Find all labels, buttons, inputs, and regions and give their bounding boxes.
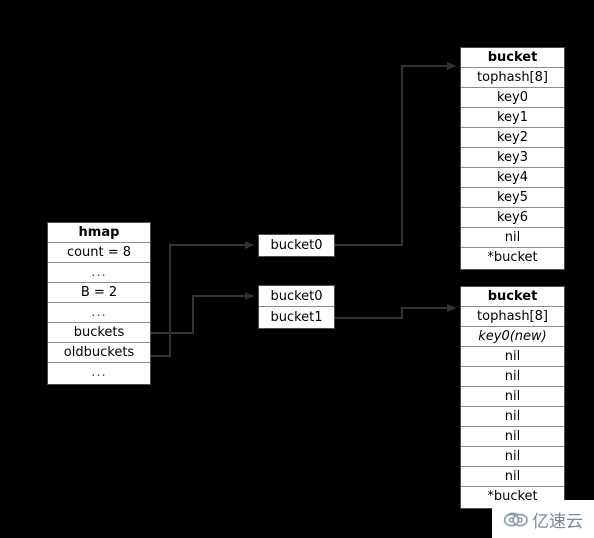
- bucket-old-nil-6: nil: [461, 447, 564, 467]
- hmap-field-ellipsis-3: ...: [48, 363, 150, 383]
- diagram-canvas: hmap count = 8 ... B = 2 ... buckets old…: [0, 0, 594, 538]
- oldbuckets-pointer-array: bucket0 bucket1: [258, 285, 335, 329]
- bucket-old-key0-new: key0(new): [461, 327, 564, 347]
- bucket-new-overflow: *bucket: [461, 248, 564, 268]
- bucket-old-nil-5: nil: [461, 427, 564, 447]
- hmap-field-ellipsis-2: ...: [48, 303, 150, 323]
- bucket-new-key2: key2: [461, 128, 564, 148]
- hmap-field-ellipsis-1: ...: [48, 263, 150, 283]
- bucket-new-nil: nil: [461, 228, 564, 248]
- bucket-new-key0: key0: [461, 88, 564, 108]
- hmap-field-count: count = 8: [48, 243, 150, 263]
- bucket-table-old: bucket tophash[8] key0(new) nil nil nil …: [460, 286, 565, 509]
- bucket-new-key5: key5: [461, 188, 564, 208]
- bucket-new-key4: key4: [461, 168, 564, 188]
- bucket-table-new: bucket tophash[8] key0 key1 key2 key3 ke…: [460, 47, 565, 270]
- bucket-new-key3: key3: [461, 148, 564, 168]
- cloud-icon: [503, 512, 528, 527]
- bucket-old-nil-1: nil: [461, 347, 564, 367]
- hmap-table: hmap count = 8 ... B = 2 ... buckets old…: [47, 222, 151, 385]
- edge-buckets-to-bucket01: [151, 292, 254, 334]
- buckets-pointer-entry-0: bucket0: [259, 235, 334, 256]
- bucket-new-key6: key6: [461, 208, 564, 228]
- oldbuckets-pointer-entry-1: bucket1: [259, 307, 334, 328]
- bucket-new-tophash: tophash[8]: [461, 68, 564, 88]
- bucket-old-nil-7: nil: [461, 467, 564, 487]
- hmap-field-oldbuckets: oldbuckets: [48, 343, 150, 363]
- hmap-header: hmap: [48, 223, 150, 243]
- edge-bucket1-to-bucket-old: [335, 304, 456, 319]
- hmap-field-buckets: buckets: [48, 323, 150, 343]
- oldbuckets-pointer-entry-0: bucket0: [259, 286, 334, 307]
- edge-oldbuckets-to-bucket0: [151, 241, 254, 357]
- watermark: 亿速云: [492, 500, 594, 538]
- edge-bucket0-to-bucket-new: [335, 62, 456, 246]
- bucket-new-header: bucket: [461, 48, 564, 68]
- bucket-old-nil-3: nil: [461, 387, 564, 407]
- bucket-old-nil-4: nil: [461, 407, 564, 427]
- buckets-pointer-array: bucket0: [258, 234, 335, 257]
- hmap-field-b: B = 2: [48, 283, 150, 303]
- bucket-old-tophash: tophash[8]: [461, 307, 564, 327]
- watermark-text: 亿速云: [532, 511, 583, 532]
- bucket-old-header: bucket: [461, 287, 564, 307]
- bucket-new-key1: key1: [461, 108, 564, 128]
- bucket-old-nil-2: nil: [461, 367, 564, 387]
